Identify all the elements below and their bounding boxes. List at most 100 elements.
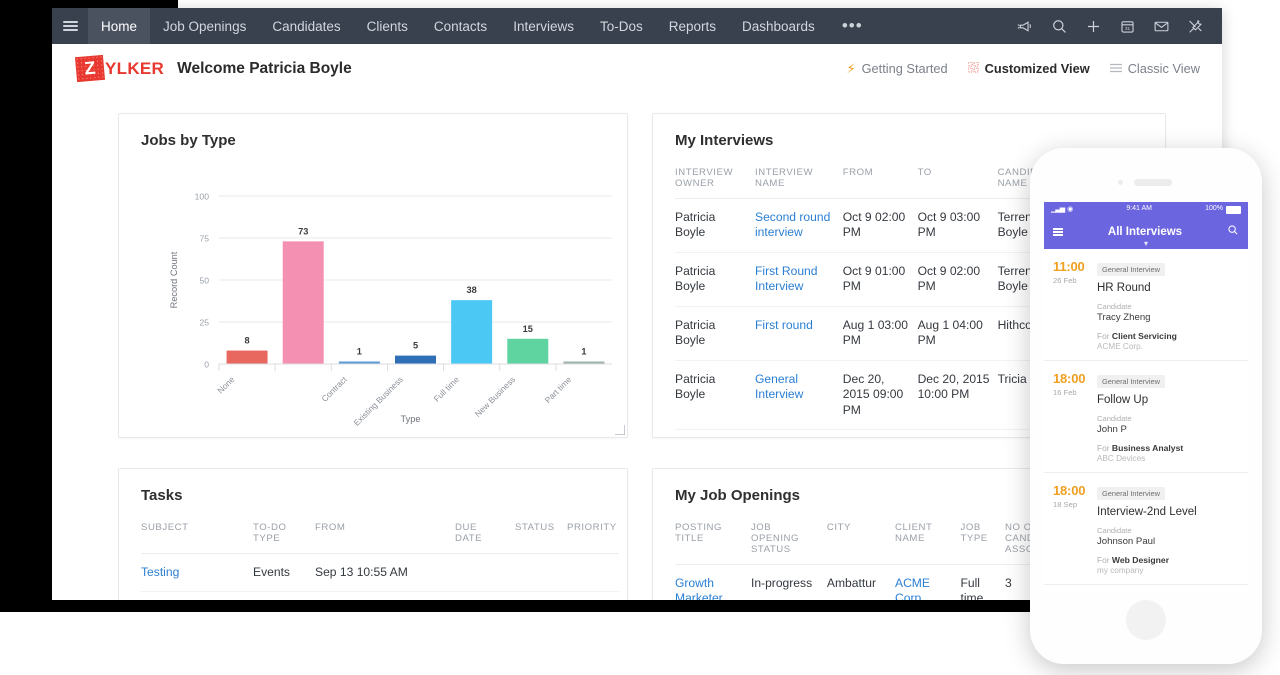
- panel-title: Jobs by Type: [141, 132, 236, 149]
- cell: Dec 20, 2015 10:00 PM: [917, 360, 998, 431]
- panel-title: Tasks: [141, 487, 183, 504]
- cell-link[interactable]: ACME Corp.: [895, 564, 961, 600]
- nav-item-contacts[interactable]: Contacts: [421, 8, 500, 44]
- cell: In-progress: [750, 564, 827, 600]
- nav-item-candidates[interactable]: Candidates: [259, 8, 353, 44]
- calendar-icon[interactable]: 31: [1112, 8, 1142, 44]
- cell: Ambattur: [826, 564, 895, 600]
- nav-item-clients[interactable]: Clients: [354, 8, 421, 44]
- tools-icon[interactable]: [1180, 8, 1210, 44]
- x-axis-tick-label: New Business: [473, 374, 518, 419]
- phone-home-button[interactable]: [1126, 600, 1166, 640]
- column-header: STATUS: [515, 513, 567, 554]
- column-header: POSTING TITLE: [675, 513, 751, 565]
- phone-interview-name: HR Round: [1097, 282, 1151, 294]
- phone-role: Web Designer: [1111, 555, 1170, 565]
- cell-link[interactable]: General Interview: [755, 360, 843, 431]
- cell: Full time: [960, 564, 1006, 600]
- grid-icon: [967, 61, 979, 76]
- search-icon[interactable]: [1227, 223, 1239, 241]
- bar[interactable]: [507, 338, 549, 364]
- bar[interactable]: [395, 355, 436, 364]
- customized-view-button[interactable]: Customized View: [967, 61, 1090, 76]
- phone-interview-body: General Interview HR Round Candidate Tracy …: [1097, 259, 1239, 351]
- phone-status-bar: ▁▃▅ ◉ 9:41 AM 100%: [1044, 202, 1248, 215]
- nav-item-home[interactable]: Home: [88, 8, 151, 44]
- chevron-down-icon[interactable]: ▾: [1144, 239, 1148, 248]
- hamburger-icon[interactable]: [52, 8, 88, 44]
- phone-status-time: 9:41 AM: [1126, 205, 1153, 212]
- cell: Oct 9 01:00 PM: [842, 252, 918, 307]
- zylker-logo[interactable]: Z YLKER: [74, 54, 164, 83]
- phone-interview-item[interactable]: 18:00 16 Feb General Interview Follow Up Can…: [1044, 361, 1248, 473]
- brand-header: Z YLKER Welcome Patricia Boyle ⚡ Getting…: [52, 44, 1222, 94]
- phone-interview-body: General Interview Follow Up Candidate John …: [1097, 371, 1239, 463]
- phone-candidate-name: Tracy Zheng: [1097, 312, 1151, 323]
- cell: Oct 9 02:00 PM: [842, 198, 918, 253]
- cell-link[interactable]: First round: [755, 306, 843, 361]
- cell-link[interactable]: Growth Marketer: [675, 564, 751, 600]
- classic-view-button[interactable]: Classic View: [1109, 61, 1200, 76]
- nav-item-to-dos[interactable]: To-Dos: [587, 8, 656, 44]
- cell-link[interactable]: tsets: [141, 591, 253, 600]
- nav-more-button[interactable]: •••: [828, 17, 877, 34]
- nav-item-interviews[interactable]: Interviews: [500, 8, 587, 44]
- nav-item-dashboards[interactable]: Dashboards: [729, 8, 828, 44]
- cell-link[interactable]: Testing: [141, 553, 253, 593]
- phone-candidate-label: Candidate: [1097, 302, 1132, 311]
- panel-title: My Interviews: [675, 132, 774, 149]
- column-header: FROM: [842, 158, 918, 199]
- table-row: Testing Events Sep 13 10:55 AM: [141, 553, 619, 593]
- phone-interview-item[interactable]: 18:00 18 Sep General Interview Interview-2n…: [1044, 473, 1248, 585]
- cell: [567, 591, 619, 600]
- phone-candidate-name: John P: [1097, 424, 1127, 435]
- phone-interview-time: 11:00: [1053, 259, 1085, 274]
- cell: Dec 20, 2015 09:00 PM: [842, 360, 918, 431]
- phone-candidate-label: Candidate: [1097, 414, 1132, 423]
- panel-resize-handle[interactable]: [615, 425, 625, 435]
- cell: Events: [253, 553, 315, 593]
- phone-interview-time: 18:00: [1053, 483, 1086, 498]
- phone-company: ACME Corp.: [1097, 342, 1143, 351]
- phone-role-line: For Business Analyst: [1097, 443, 1184, 453]
- bar-value-label: 73: [298, 226, 308, 236]
- bar[interactable]: [282, 241, 324, 364]
- phone-screen: ▁▃▅ ◉ 9:41 AM 100% All Interviews ▾ 11:0…: [1044, 202, 1248, 592]
- panel-tasks: Tasks SUBJECT TO-DO TYPE FROM DUE DATE STATU…: [118, 468, 628, 600]
- column-header: TO-DO TYPE: [253, 513, 315, 554]
- hamburger-icon[interactable]: [1053, 227, 1063, 238]
- bar-value-label: 1: [357, 347, 362, 357]
- cell-link[interactable]: First Round Interview: [755, 252, 843, 307]
- phone-interview-date: 16 Feb: [1053, 388, 1077, 397]
- column-header: DUE DATE: [455, 513, 515, 554]
- bar-value-label: 1: [581, 347, 586, 357]
- cell: [567, 553, 619, 593]
- cell: [515, 591, 567, 600]
- megaphone-icon[interactable]: [1010, 8, 1040, 44]
- nav-item-job-openings[interactable]: Job Openings: [150, 8, 259, 44]
- logo-mark: Z: [74, 54, 106, 83]
- column-header: INTERVIEW OWNER: [675, 158, 755, 199]
- status-badge: General Interview: [1097, 375, 1165, 388]
- cell-link[interactable]: Second round interview: [755, 198, 843, 253]
- phone-role-line: For Client Servicing: [1097, 331, 1177, 341]
- phone-candidate-label: Candidate: [1097, 526, 1132, 535]
- bar[interactable]: [451, 300, 493, 364]
- mail-icon[interactable]: [1146, 8, 1176, 44]
- phone-company: my company: [1097, 566, 1144, 575]
- top-nav-actions: 31: [1010, 8, 1222, 44]
- bar-value-label: 15: [523, 324, 533, 334]
- plus-icon[interactable]: [1078, 8, 1108, 44]
- getting-started-button[interactable]: ⚡ Getting Started: [846, 61, 947, 77]
- cell: Patricia Boyle: [675, 306, 755, 361]
- search-icon[interactable]: [1044, 8, 1074, 44]
- bar[interactable]: [226, 350, 268, 364]
- phone-interview-item[interactable]: 20:00General Interview: [1044, 585, 1248, 592]
- phone-interview-item[interactable]: 11:00 26 Feb General Interview HR Round Cand…: [1044, 249, 1248, 361]
- cell: Aug 1 04:00 PM: [917, 306, 998, 361]
- nav-item-reports[interactable]: Reports: [656, 8, 729, 44]
- getting-started-label: Getting Started: [861, 61, 948, 76]
- status-badge: General Interview: [1097, 487, 1165, 500]
- classic-view-label: Classic View: [1127, 61, 1200, 76]
- cell: Oct 9 02:00 PM: [917, 252, 998, 307]
